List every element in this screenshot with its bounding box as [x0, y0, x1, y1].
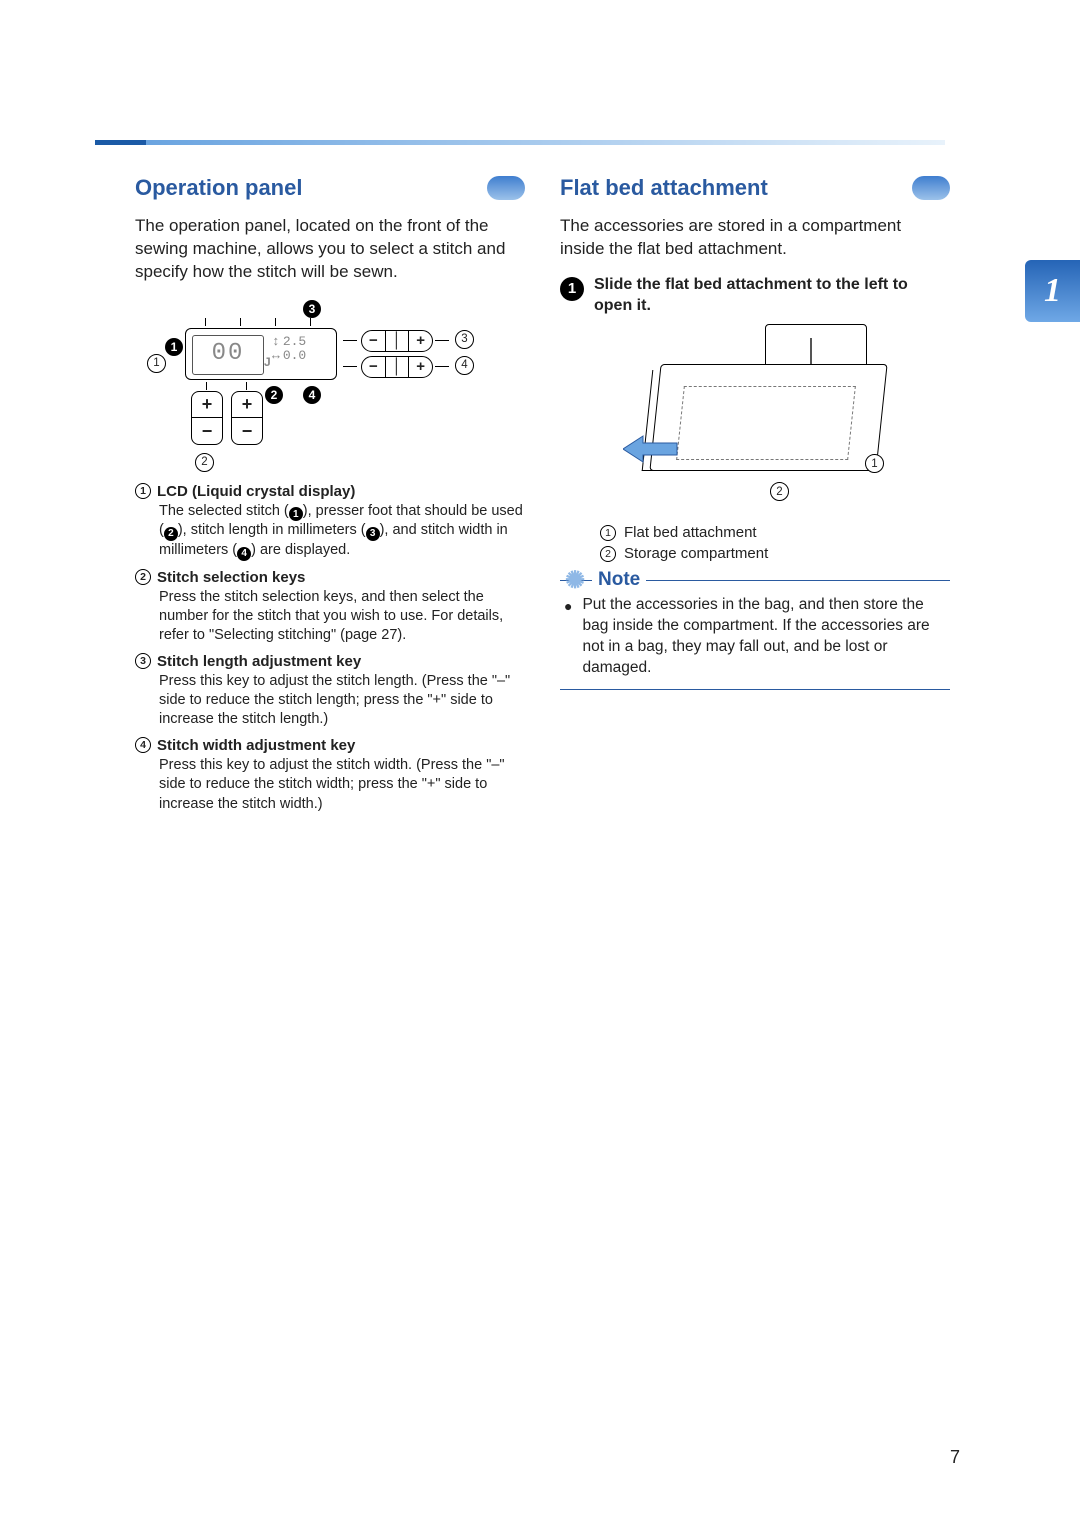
step-instruction: Slide the flat bed attachment to the lef… [594, 275, 950, 317]
flat-bed-heading: Flat bed attachment [560, 175, 950, 201]
callout-row: 2 Storage compartment [600, 543, 950, 564]
note-heading: ✺ Note [564, 569, 946, 591]
inline-black-circle-icon: 3 [366, 527, 380, 541]
wid-icon: ↔ [272, 349, 280, 363]
ring-number-icon: 2 [600, 546, 616, 562]
note-label: Note [592, 569, 646, 591]
stitch-select-key-tens[interactable]: + − [191, 391, 223, 445]
lcd-length: 2.5 [283, 335, 306, 349]
def-title: LCD (Liquid crystal display) [157, 483, 355, 500]
def-title: Stitch length adjustment key [157, 653, 361, 670]
ring-number-icon: 1 [135, 483, 151, 499]
tick-mark [206, 382, 207, 390]
def-body: Press this key to adjust the stitch leng… [159, 672, 525, 729]
leader-line [343, 366, 357, 368]
page-body: Operation panel The operation panel, loc… [135, 175, 950, 814]
callout-ring-1: 1 [865, 454, 884, 473]
def-term: 1 LCD (Liquid crystal display) [135, 483, 525, 500]
left-column: Operation panel The operation panel, loc… [135, 175, 525, 814]
callout-ring-4: 4 [455, 356, 474, 375]
heading-bubble-icon [487, 176, 525, 200]
lcd-foot-letter: J [264, 355, 271, 369]
callout-black-4: 4 [303, 386, 321, 404]
divider-icon: │ [386, 331, 409, 351]
plus-icon: + [408, 357, 432, 377]
callout-ring-2: 2 [195, 453, 214, 472]
ring-number-icon: 2 [135, 569, 151, 585]
def-body: The selected stitch (1), presser foot th… [159, 502, 525, 561]
callout-label: Flat bed attachment [624, 522, 757, 543]
ring-number-icon: 3 [135, 653, 151, 669]
minus-icon: − [362, 357, 386, 377]
note-burst-icon: ✺ [564, 569, 586, 591]
stitch-length-key[interactable]: − │ + [361, 330, 433, 352]
leader-line [435, 340, 449, 342]
slide-left-arrow-icon [623, 434, 679, 464]
tick-mark [275, 318, 276, 326]
step-number-badge: 1 [560, 277, 584, 301]
def-title: Stitch selection keys [157, 569, 305, 586]
lcd-right-values: ↕2.5 ↔0.0 [272, 335, 330, 373]
inline-black-circle-icon: 1 [289, 507, 303, 521]
callout-ring-3: 3 [455, 330, 474, 349]
tick-mark [205, 318, 206, 326]
def-term: 3 Stitch length adjustment key [135, 653, 525, 670]
inline-black-circle-icon: 2 [164, 527, 178, 541]
flat-bed-diagram: 1 2 [615, 324, 895, 514]
len-icon: ↕ [272, 335, 280, 349]
inline-black-circle-icon: 4 [237, 547, 251, 561]
def-term: 4 Stitch width adjustment key [135, 737, 525, 754]
callout-label: Storage compartment [624, 543, 768, 564]
callout-ring-2: 2 [770, 482, 789, 501]
ring-number-icon: 1 [600, 525, 616, 541]
minus-icon: − [362, 331, 386, 351]
leader-line [343, 340, 357, 342]
note-box: ✺ Note ● Put the accessories in the bag,… [560, 580, 950, 690]
operation-panel-intro: The operation panel, located on the fron… [135, 215, 525, 284]
minus-icon: − [192, 418, 222, 444]
callout-black-1: 1 [165, 338, 183, 356]
chapter-tab: 1 [1025, 260, 1080, 322]
callout-black-2: 2 [265, 386, 283, 404]
flat-bed-callouts: 1 Flat bed attachment 2 Storage compartment [600, 522, 950, 564]
callout-black-3: 3 [303, 300, 321, 318]
divider-icon: │ [386, 357, 409, 377]
right-column: Flat bed attachment The accessories are … [560, 175, 950, 814]
stitch-select-key-ones[interactable]: + − [231, 391, 263, 445]
note-text: Put the accessories in the bag, and then… [582, 595, 946, 679]
tick-mark [310, 318, 311, 326]
page-number: 7 [950, 1447, 960, 1468]
storage-compartment-shape [676, 386, 856, 460]
note-item: ● Put the accessories in the bag, and th… [564, 595, 946, 679]
leader-line [435, 366, 449, 368]
header-rule [95, 140, 945, 145]
def-body: Press this key to adjust the stitch widt… [159, 756, 525, 813]
lcd-width: 0.0 [283, 349, 306, 363]
operation-panel-diagram: 00 J ↕2.5 ↔0.0 1 2 3 4 1 2 3 4 + − [135, 298, 485, 473]
heading-bubble-icon [912, 176, 950, 200]
lcd-frame: 00 J ↕2.5 ↔0.0 [185, 328, 337, 380]
def-body: Press the stitch selection keys, and the… [159, 588, 525, 645]
definition-list: 1 LCD (Liquid crystal display) The selecte… [135, 483, 525, 814]
plus-icon: + [232, 392, 262, 419]
callout-row: 1 Flat bed attachment [600, 522, 950, 543]
def-term: 2 Stitch selection keys [135, 569, 525, 586]
step-row: 1 Slide the flat bed attachment to the l… [560, 275, 950, 317]
ring-number-icon: 4 [135, 737, 151, 753]
operation-panel-heading: Operation panel [135, 175, 525, 201]
heading-text: Operation panel [135, 175, 477, 201]
plus-icon: + [408, 331, 432, 351]
lcd-stitch-number: 00 [192, 335, 264, 375]
callout-ring-1: 1 [147, 354, 166, 373]
flat-bed-intro: The accessories are stored in a compartm… [560, 215, 950, 261]
minus-icon: − [232, 418, 262, 444]
heading-text: Flat bed attachment [560, 175, 902, 201]
stitch-width-key[interactable]: − │ + [361, 356, 433, 378]
tick-mark [246, 382, 247, 390]
chapter-number: 1 [1044, 272, 1061, 310]
bullet-icon: ● [564, 595, 572, 679]
plus-icon: + [192, 392, 222, 419]
tick-mark [240, 318, 241, 326]
def-title: Stitch width adjustment key [157, 737, 355, 754]
